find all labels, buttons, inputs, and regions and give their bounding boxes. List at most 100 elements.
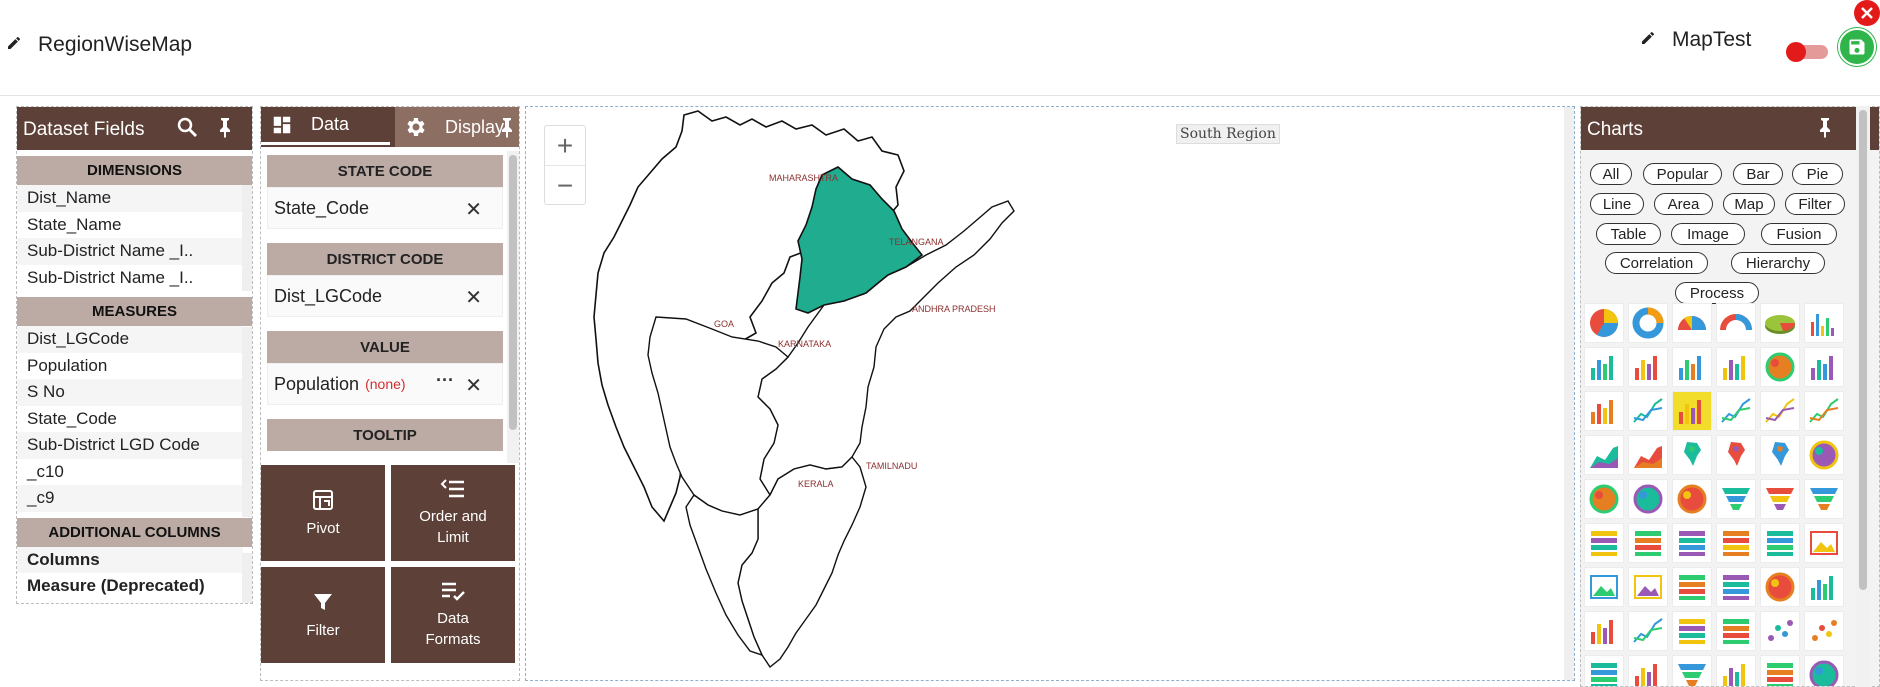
additional-scrollbar[interactable] <box>242 553 252 603</box>
scroll-thumb[interactable] <box>1859 110 1867 590</box>
multi-bar-icon[interactable] <box>1584 391 1624 431</box>
slider-icon[interactable] <box>1584 567 1624 607</box>
field-item[interactable]: State_Name <box>17 212 243 239</box>
remove-icon[interactable]: ✕ <box>465 373 482 398</box>
pie-chart-icon[interactable] <box>1628 655 1668 686</box>
pie-3d-icon[interactable] <box>1760 303 1800 343</box>
remove-icon[interactable]: ✕ <box>465 197 482 222</box>
heat-table-icon[interactable] <box>1716 523 1756 563</box>
filter-pill[interactable]: Area <box>1654 193 1713 215</box>
pencil-icon[interactable] <box>1640 30 1656 51</box>
grid-table-icon[interactable] <box>1760 523 1800 563</box>
spline-icon[interactable] <box>1804 391 1844 431</box>
india-map-icon[interactable] <box>1672 435 1712 475</box>
field-item[interactable]: _c10 <box>17 459 243 486</box>
pivot-table-icon[interactable] <box>1672 523 1712 563</box>
map-canvas[interactable]: MAHARASHTRA TELANGANA ANDHRA PRADESH KAR… <box>525 106 1575 681</box>
data-formats-button[interactable]: Data Formats <box>391 567 515 663</box>
list-table-icon[interactable] <box>1672 567 1712 607</box>
close-button[interactable] <box>1854 0 1880 26</box>
funnel-icon[interactable] <box>1716 479 1756 519</box>
order-and-limit-button[interactable]: Order and Limit <box>391 465 515 561</box>
box-plot-icon[interactable] <box>1584 611 1624 651</box>
filter-pill[interactable]: Bar <box>1733 163 1783 185</box>
report-title[interactable]: RegionWiseMap <box>38 33 192 57</box>
globe-selected-icon[interactable] <box>1672 479 1712 519</box>
image-url-icon[interactable] <box>1628 567 1668 607</box>
semi-donut-icon[interactable] <box>1716 303 1756 343</box>
table-small-icon[interactable] <box>1760 655 1800 686</box>
field-item[interactable]: _c9 <box>17 485 243 512</box>
donut-chart-icon[interactable] <box>1628 303 1668 343</box>
treemap-icon[interactable] <box>1584 655 1624 686</box>
field-item[interactable]: Population <box>17 353 243 380</box>
charts-scrollbar[interactable] <box>1856 106 1870 687</box>
field-item[interactable]: Columns <box>17 546 243 573</box>
mode-toggle[interactable] <box>1786 42 1828 62</box>
slot-field[interactable]: Population (none) ··· ✕ <box>267 363 503 405</box>
field-item[interactable]: Dist_Name <box>17 185 243 212</box>
filter-pill[interactable]: Image <box>1671 223 1745 245</box>
filter-button[interactable]: Filter <box>261 567 385 663</box>
slot-field[interactable]: State_Code ✕ <box>267 187 503 229</box>
data-panel-scrollbar[interactable] <box>507 151 519 463</box>
line-bar-icon[interactable] <box>1628 391 1668 431</box>
filter-pill[interactable]: Map <box>1723 193 1775 215</box>
zoom-out-button[interactable]: − <box>545 166 585 206</box>
pin-icon[interactable] <box>213 115 237 144</box>
radial-small-icon[interactable] <box>1804 655 1844 686</box>
image-icon[interactable] <box>1804 523 1844 563</box>
dashboard-title[interactable]: MapTest <box>1672 28 1751 52</box>
more-options-icon[interactable]: ··· <box>436 370 454 391</box>
map-scrollbar[interactable] <box>1564 107 1574 680</box>
pivot-button[interactable]: Pivot <box>261 465 385 561</box>
field-item[interactable]: Dist_LGCode <box>17 326 243 353</box>
filter-pill[interactable]: Filter <box>1785 193 1845 215</box>
remove-icon[interactable]: ✕ <box>465 285 482 310</box>
radial-icon[interactable] <box>1760 347 1800 387</box>
globe-bubble-icon[interactable] <box>1628 479 1668 519</box>
filter-pill[interactable]: Line <box>1590 193 1644 215</box>
pin-icon[interactable] <box>1813 115 1837 144</box>
save-button[interactable] <box>1838 28 1876 66</box>
report-title-group[interactable]: RegionWiseMap <box>6 33 192 57</box>
field-item[interactable]: Sub-District Name _I.. <box>17 265 243 292</box>
combo-bar-icon[interactable] <box>1716 347 1756 387</box>
field-item[interactable]: Sub-District Name _I.. <box>17 238 243 265</box>
field-item[interactable]: S No <box>17 379 243 406</box>
scroll-thumb[interactable] <box>509 155 517 430</box>
filter-pill[interactable]: Table <box>1596 223 1661 245</box>
candlestick-icon[interactable] <box>1804 567 1844 607</box>
table-icon[interactable] <box>1584 523 1624 563</box>
bar-small-icon[interactable] <box>1716 655 1756 686</box>
field-item[interactable]: Measure (Deprecated) <box>17 573 243 600</box>
area-chart-icon[interactable] <box>1584 435 1624 475</box>
bar-chart-icon[interactable] <box>1804 303 1844 343</box>
filter-pill[interactable]: Pie <box>1792 163 1843 185</box>
filter-pill[interactable]: Correlation <box>1605 252 1708 274</box>
pin-icon[interactable] <box>495 115 519 144</box>
scatter-icon[interactable] <box>1760 611 1800 651</box>
globe-pins-icon[interactable] <box>1584 479 1624 519</box>
dashboard-title-group[interactable]: MapTest <box>1640 28 1751 52</box>
filter-pill[interactable]: Process <box>1675 282 1759 304</box>
wave-icon[interactable] <box>1628 611 1668 651</box>
stacked-bar-icon[interactable] <box>1584 347 1624 387</box>
filter-pill[interactable]: All <box>1590 163 1632 185</box>
tab-data[interactable]: Data <box>261 107 390 145</box>
pencil-icon[interactable] <box>6 35 22 56</box>
row-table-icon[interactable] <box>1716 567 1756 607</box>
funnel-small-icon[interactable] <box>1672 655 1712 686</box>
gauge-icon[interactable] <box>1760 567 1800 607</box>
multi-line-icon[interactable] <box>1760 391 1800 431</box>
pie-chart-icon[interactable] <box>1584 303 1624 343</box>
india-choropleth-icon[interactable] <box>1716 435 1756 475</box>
calendar-heat-icon[interactable] <box>1716 611 1756 651</box>
region-map-icon[interactable] <box>1760 435 1800 475</box>
filter-pill[interactable]: Fusion <box>1761 223 1837 245</box>
search-icon[interactable] <box>175 115 199 144</box>
filter-pill[interactable]: Hierarchy <box>1731 252 1825 274</box>
semi-pie-icon[interactable] <box>1672 303 1712 343</box>
funnel-3d-icon[interactable] <box>1804 479 1844 519</box>
slot-field[interactable]: Dist_LGCode ✕ <box>267 275 503 317</box>
